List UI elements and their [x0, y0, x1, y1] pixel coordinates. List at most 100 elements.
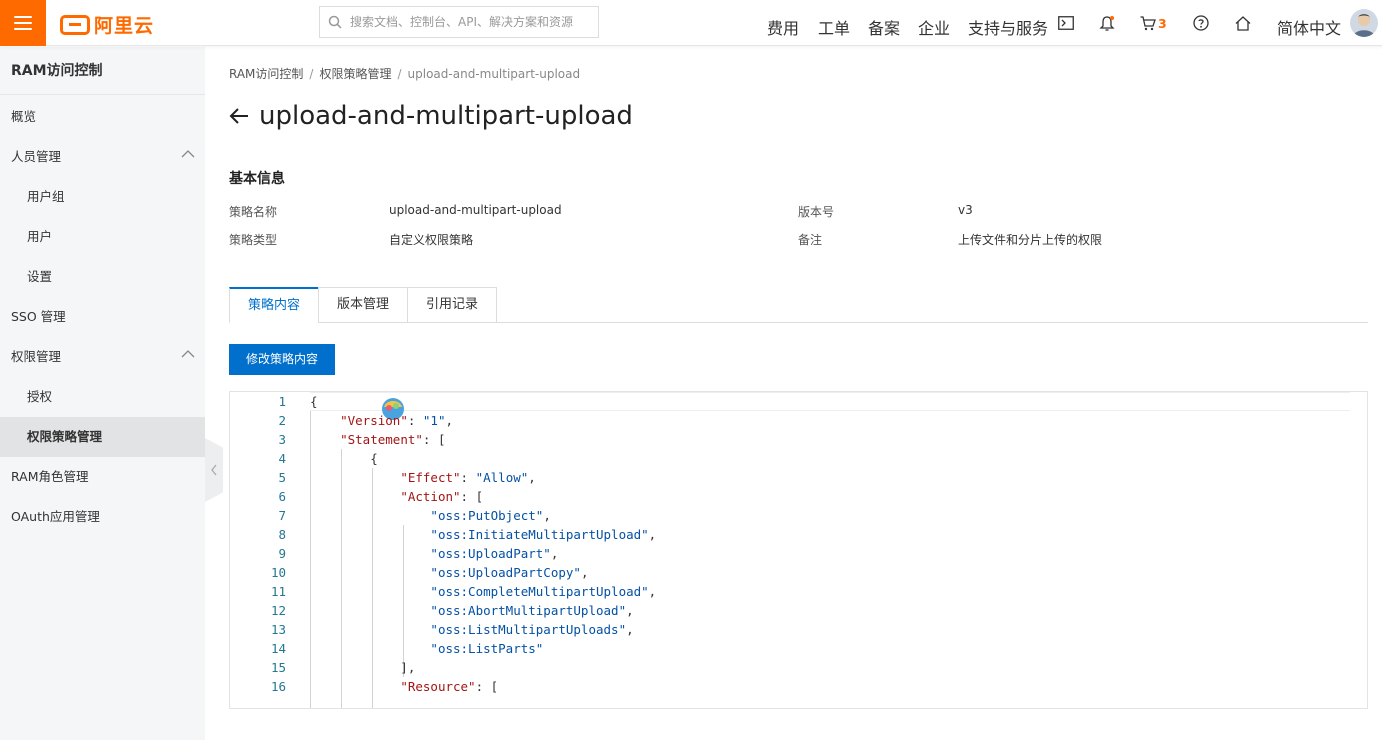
- nav-support[interactable]: 支持与服务: [968, 15, 1048, 39]
- current-line-highlight: [310, 392, 1350, 411]
- chevron-up-icon: [181, 150, 195, 158]
- search-icon: [328, 15, 342, 29]
- code-line: "oss:CompleteMultipartUpload",: [430, 584, 657, 599]
- sidebar-item-oauth-apps[interactable]: OAuth应用管理: [0, 497, 205, 537]
- cart-button[interactable]: 3: [1140, 13, 1170, 33]
- code-line: "oss:UploadPartCopy",: [430, 565, 589, 580]
- line-number: 14: [270, 641, 286, 656]
- note-label: 备注: [798, 233, 823, 247]
- line-number: 15: [270, 660, 286, 675]
- sidebar: RAM访问控制 概览 人员管理 用户组 用户 设置 SSO 管理 权限管理 授权…: [0, 47, 205, 740]
- breadcrumb-current: upload-and-multipart-upload: [407, 67, 581, 81]
- sidebar-title: RAM访问控制: [0, 47, 205, 95]
- cart-count: 3: [1158, 15, 1167, 31]
- global-search[interactable]: [319, 6, 599, 38]
- line-number: 11: [270, 584, 286, 599]
- sidebar-item-ram-roles[interactable]: RAM角色管理: [0, 457, 205, 497]
- sidebar-item-label: 权限策略管理: [27, 429, 103, 444]
- sidebar-item-identities[interactable]: 人员管理: [0, 137, 205, 177]
- sidebar-collapse-handle[interactable]: [205, 438, 223, 502]
- line-number: 9: [278, 546, 286, 561]
- line-number: 16: [270, 679, 286, 694]
- user-avatar[interactable]: [1350, 9, 1378, 37]
- breadcrumb-policies[interactable]: 权限策略管理: [319, 67, 391, 81]
- breadcrumb: RAM访问控制 / 权限策略管理 / upload-and-multipart-uplo…: [229, 65, 580, 82]
- code-line: "oss:ListParts": [430, 641, 544, 656]
- search-input[interactable]: [350, 15, 590, 29]
- version-label: 版本号: [798, 205, 835, 219]
- sidebar-item-label: RAM角色管理: [11, 469, 89, 484]
- logo-mark-icon: [60, 14, 90, 35]
- code-line: "oss:ListMultipartUploads",: [430, 622, 634, 637]
- tab-policy-content[interactable]: 策略内容: [229, 287, 319, 323]
- policy-code-editor[interactable]: 1{2 "Version": "1", 3 "Statement": [4 {5 …: [229, 391, 1368, 709]
- version-value: v3: [958, 203, 973, 217]
- sidebar-item-label: 用户: [27, 229, 53, 244]
- cart-icon: [1140, 15, 1156, 30]
- sidebar-item-label: SSO 管理: [11, 309, 66, 324]
- code-line: "Version": "1",: [340, 413, 454, 428]
- policy-type-label: 策略类型: [229, 233, 278, 247]
- nav-enterprise[interactable]: 企业: [918, 15, 950, 39]
- line-number: 5: [278, 470, 286, 485]
- sidebar-item-label: OAuth应用管理: [11, 509, 100, 524]
- top-bar: 阿里云 费用 工单 备案 企业 支持与服务 3 简体中文: [0, 0, 1382, 46]
- breadcrumb-ram[interactable]: RAM访问控制: [229, 67, 303, 81]
- menu-bar: [14, 16, 32, 18]
- notification-bell-icon[interactable]: [1097, 13, 1117, 33]
- code-line: "Statement": [: [340, 432, 446, 447]
- code-line: ],: [310, 660, 416, 675]
- sidebar-item-overview[interactable]: 概览: [0, 97, 205, 137]
- code-line: {: [310, 451, 378, 466]
- sidebar-item-settings[interactable]: 设置: [0, 257, 205, 297]
- page-header: upload-and-multipart-upload: [229, 101, 633, 131]
- sidebar-item-user-groups[interactable]: 用户组: [0, 177, 205, 217]
- sidebar-item-label: 设置: [27, 269, 53, 284]
- sidebar-item-label: 用户组: [27, 189, 65, 204]
- menu-bar: [14, 28, 32, 30]
- code-line: "Resource": [: [400, 679, 499, 694]
- chevron-up-icon: [181, 350, 195, 358]
- breadcrumb-separator: /: [397, 67, 402, 81]
- sidebar-item-label: 概览: [11, 109, 37, 124]
- terminal-icon[interactable]: [1056, 13, 1076, 33]
- logo-text: 阿里云: [94, 15, 155, 37]
- sidebar-item-sso[interactable]: SSO 管理: [0, 297, 205, 337]
- hamburger-menu-button[interactable]: [0, 0, 46, 46]
- home-icon[interactable]: [1233, 13, 1253, 33]
- sidebar-item-policies[interactable]: 权限策略管理: [0, 417, 205, 457]
- line-number: 8: [278, 527, 286, 542]
- chevron-left-icon: [211, 464, 217, 476]
- sidebar-item-label: 人员管理: [11, 149, 62, 164]
- tab-version-management[interactable]: 版本管理: [318, 287, 408, 323]
- line-number: 4: [278, 451, 286, 466]
- breadcrumb-separator: /: [309, 67, 314, 81]
- code-line: "oss:InitiateMultipartUpload",: [430, 527, 657, 542]
- nav-billing[interactable]: 费用: [767, 15, 799, 39]
- tab-references[interactable]: 引用记录: [407, 287, 497, 323]
- policy-type-value: 自定义权限策略: [389, 233, 474, 247]
- sidebar-item-label: 授权: [27, 389, 53, 404]
- code-line: "Action": [: [400, 489, 484, 504]
- policy-name-label: 策略名称: [229, 205, 278, 219]
- code-line: "oss:PutObject",: [430, 508, 551, 523]
- help-icon[interactable]: [1191, 13, 1211, 33]
- page-title: upload-and-multipart-upload: [259, 101, 633, 131]
- policy-name-value: upload-and-multipart-upload: [389, 203, 562, 217]
- language-switcher[interactable]: 简体中文: [1277, 15, 1341, 39]
- aliyun-logo[interactable]: 阿里云: [60, 11, 154, 38]
- section-title: 基本信息: [229, 171, 285, 187]
- edit-policy-button[interactable]: 修改策略内容: [229, 344, 335, 375]
- sidebar-item-label: 权限管理: [11, 349, 62, 364]
- code-line: {: [310, 394, 318, 409]
- note-value: 上传文件和分片上传的权限: [958, 233, 1103, 247]
- sidebar-item-grants[interactable]: 授权: [0, 377, 205, 417]
- nav-tickets[interactable]: 工单: [818, 15, 850, 39]
- back-arrow-icon[interactable]: [229, 107, 249, 125]
- sidebar-item-users[interactable]: 用户: [0, 217, 205, 257]
- nav-icp-filing[interactable]: 备案: [868, 15, 900, 39]
- line-number: 7: [278, 508, 286, 523]
- line-number: 3: [278, 432, 286, 447]
- line-number: 1: [278, 394, 286, 409]
- sidebar-item-permissions[interactable]: 权限管理: [0, 337, 205, 377]
